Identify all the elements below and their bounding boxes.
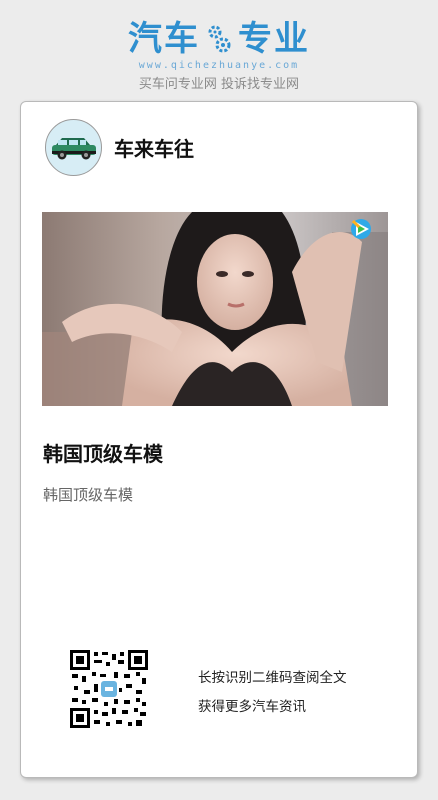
site-tagline: 买车问专业网 投诉找专业网 xyxy=(138,77,300,92)
qr-code-icon[interactable] xyxy=(70,650,148,728)
avatar[interactable] xyxy=(45,119,102,176)
share-card: 车来车往 韩国顶级车模 韩国顶级车模 长按识别二维码查阅全文 获得更多汽车资讯 xyxy=(20,101,418,778)
car-icon xyxy=(51,137,96,159)
site-url: www.qichezhuanye.com xyxy=(138,60,300,71)
video-thumbnail[interactable] xyxy=(42,212,388,406)
author-name: 车来车往 xyxy=(114,137,194,161)
article-summary: 韩国顶级车模 xyxy=(43,486,134,504)
qr-prompt: 长按识别二维码查阅全文 获得更多汽车资讯 xyxy=(198,664,347,722)
play-icon xyxy=(351,219,371,239)
author-info[interactable]: 车来车往 xyxy=(45,119,194,176)
qr-prompt-line2: 获得更多汽车资讯 xyxy=(198,699,306,715)
site-logo[interactable]: 汽车 专业 xyxy=(0,18,438,60)
article-title: 韩国顶级车模 xyxy=(43,442,163,466)
logo-text-left: 汽车 xyxy=(128,19,200,59)
qr-prompt-line1: 长按识别二维码查阅全文 xyxy=(198,670,347,686)
logo-text-right: 专业 xyxy=(238,19,310,59)
brand-header: 汽车 专业 www.qichezhuanye.com 买车问专业网 投诉找专业网 xyxy=(0,18,438,92)
thumbnail-image xyxy=(42,212,388,406)
gear-icon xyxy=(208,25,231,53)
